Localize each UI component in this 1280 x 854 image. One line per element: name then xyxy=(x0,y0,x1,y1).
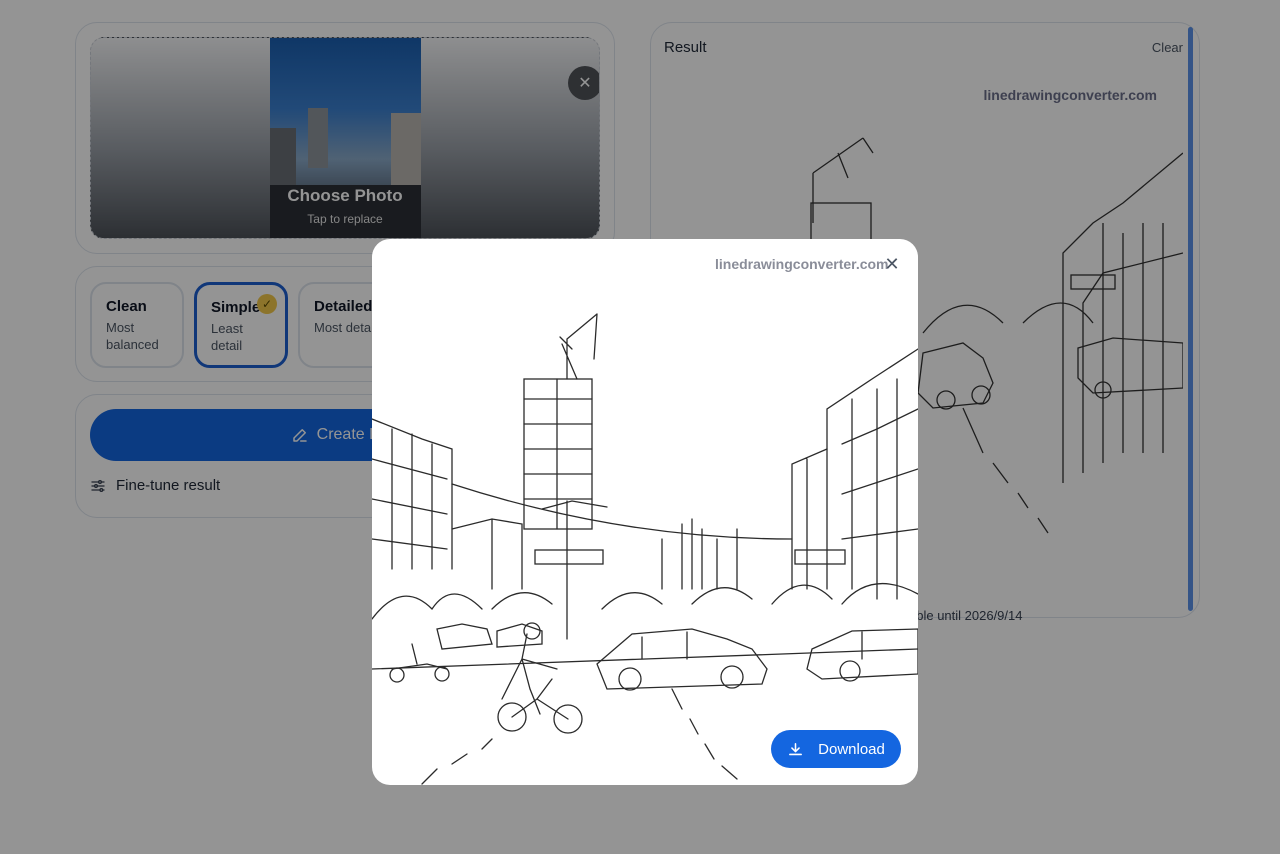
close-icon: ✕ xyxy=(884,253,900,274)
download-label: Download xyxy=(818,740,885,758)
download-button[interactable]: Download xyxy=(771,730,901,768)
modal-watermark: linedrawingconverter.com xyxy=(715,256,889,272)
close-modal-button[interactable]: ✕ xyxy=(881,253,903,275)
preview-modal: linedrawingconverter.com ✕ Download xyxy=(372,239,918,785)
preview-line-drawing xyxy=(372,313,918,785)
download-icon xyxy=(789,742,803,755)
